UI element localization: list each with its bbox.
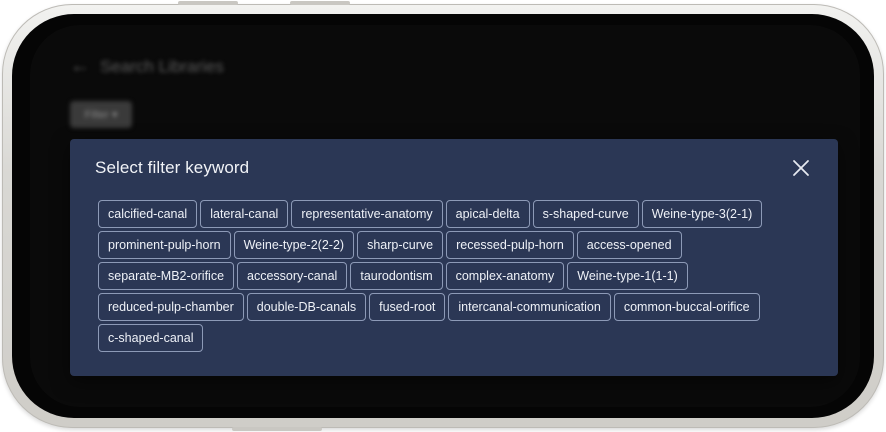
keyword-chip[interactable]: representative-anatomy	[291, 200, 443, 228]
volume-button	[178, 1, 238, 5]
chip-row: c-shaped-canal	[98, 324, 798, 352]
keyword-chip[interactable]: access-opened	[576, 231, 682, 259]
close-icon	[793, 160, 809, 176]
phone-bezel: ← Search Libraries Filter ▾ Select filte…	[12, 14, 874, 418]
chip-row: prominent-pulp-horn Weine-type-2(2-2) sh…	[98, 231, 798, 259]
keyword-chip[interactable]: fused-root	[369, 293, 446, 321]
keyword-chip[interactable]: prominent-pulp-horn	[98, 231, 231, 259]
keyword-chip[interactable]: common-buccal-orifice	[613, 293, 760, 321]
close-button[interactable]	[786, 153, 816, 183]
keyword-chip[interactable]: s-shaped-curve	[532, 200, 639, 228]
keyword-chip[interactable]: c-shaped-canal	[98, 324, 204, 352]
app-screen: ← Search Libraries Filter ▾ Select filte…	[30, 25, 860, 407]
chip-row: reduced-pulp-chamber double-DB-canals fu…	[98, 293, 798, 321]
keyword-chip[interactable]: taurodontism	[350, 262, 443, 290]
keyword-chip[interactable]: accessory-canal	[237, 262, 348, 290]
keyword-chip-list: calcified-canal lateral-canal representa…	[98, 200, 798, 355]
keyword-chip[interactable]: recessed-pulp-horn	[446, 231, 574, 259]
keyword-chip[interactable]: Weine-type-3(2-1)	[641, 200, 763, 228]
phone-frame: ← Search Libraries Filter ▾ Select filte…	[2, 1, 884, 431]
page-header: ← Search Libraries	[70, 55, 224, 78]
keyword-chip[interactable]: calcified-canal	[98, 200, 198, 228]
keyword-chip[interactable]: double-DB-canals	[246, 293, 367, 321]
page-title: Search Libraries	[100, 56, 224, 76]
keyword-chip[interactable]: apical-delta	[445, 200, 530, 228]
filter-button[interactable]: Filter ▾	[70, 101, 132, 128]
keyword-chip[interactable]: Weine-type-2(2-2)	[233, 231, 355, 259]
keyword-chip[interactable]: Weine-type-1(1-1)	[567, 262, 688, 290]
keyword-chip[interactable]: separate-MB2-orifice	[98, 262, 235, 290]
keyword-chip[interactable]: intercanal-communication	[448, 293, 611, 321]
filter-keyword-dialog: Select filter keyword calcified-canal la…	[70, 139, 838, 376]
chip-row: separate-MB2-orifice accessory-canal tau…	[98, 262, 798, 290]
keyword-chip[interactable]: sharp-curve	[357, 231, 444, 259]
chip-row: calcified-canal lateral-canal representa…	[98, 200, 798, 228]
back-arrow-icon[interactable]: ←	[70, 55, 90, 78]
keyword-chip[interactable]: reduced-pulp-chamber	[98, 293, 244, 321]
keyword-chip[interactable]: lateral-canal	[200, 200, 289, 228]
volume-button	[290, 1, 350, 5]
power-button	[232, 427, 322, 431]
keyword-chip[interactable]: complex-anatomy	[445, 262, 565, 290]
dialog-title: Select filter keyword	[95, 158, 250, 177]
